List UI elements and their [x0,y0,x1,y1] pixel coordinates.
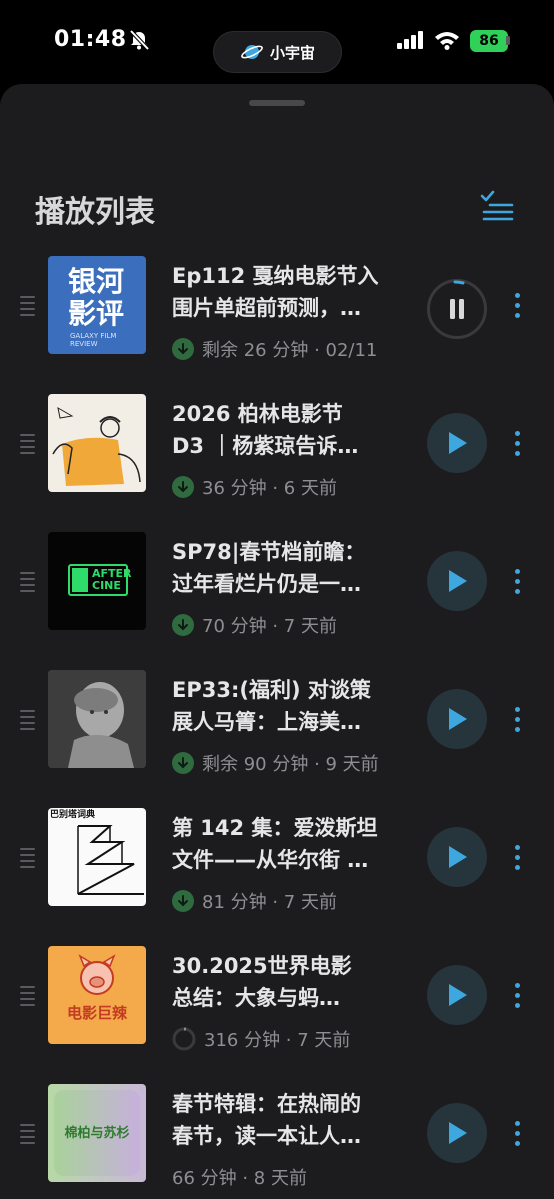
play-icon [449,708,467,730]
downloaded-icon [172,338,194,360]
more-options-icon[interactable] [512,569,522,599]
drag-handle-icon[interactable] [20,434,35,458]
illustration-image [52,407,141,486]
pig-mascot-icon [78,954,116,995]
cover-text: 电影巨辣 [66,1004,127,1022]
play-icon [449,570,467,592]
episode-title[interactable]: SP78|春节档前瞻： 过年看烂片仍是一… [172,536,410,602]
drag-handle-icon[interactable] [20,1124,35,1148]
cover-text: 巴别塔词典 [50,810,96,820]
play-icon [449,1122,467,1144]
play-button[interactable] [427,1103,487,1163]
episode-title[interactable]: 2026 柏林电影节 D3 ｜杨紫琼告诉… [172,398,410,464]
more-options-icon[interactable] [512,293,522,323]
play-icon [449,984,467,1006]
episode-title[interactable]: 第 142 集：爱泼斯坦 文件——从华尔街 … [172,812,410,878]
episode-meta: 剩余 26 分钟 · 02/11 [172,336,377,362]
more-options-icon[interactable] [512,707,522,737]
playlist-item[interactable]: 棉柏与苏杉 春节特辑：在热闹的 春节，读一本让人… 66 分钟 · 8 天前 [0,1084,554,1199]
battery-tip [506,36,510,45]
drag-handle-icon[interactable] [20,710,35,734]
episode-cover [48,670,146,768]
statue-image [48,670,146,768]
episode-cover: 棉柏与苏杉 [48,1084,146,1182]
more-options-icon[interactable] [512,983,522,1013]
play-icon [449,846,467,868]
more-options-icon[interactable] [512,845,522,875]
battery-level: 86 [470,30,508,52]
pause-button[interactable] [427,279,487,339]
drag-handle-icon[interactable] [20,848,35,872]
downloaded-icon [172,752,194,774]
playlist-item[interactable]: 银河 影评 GALAXY FILM REVIEW Ep112 戛纳电影节入 围片单… [0,256,554,394]
sheet-title: 播放列表 [35,195,155,230]
play-button[interactable] [427,965,487,1025]
dynamic-island-app[interactable]: 小宇宙 [213,31,342,73]
downloaded-icon [172,476,194,498]
episode-cover: 银河 影评 GALAXY FILM REVIEW [48,256,146,354]
planet-icon [241,45,263,59]
status-bar: 01:48 小宇宙 86 [0,0,554,84]
drag-handle-icon[interactable] [20,572,35,596]
downloading-progress-icon [172,1027,196,1051]
cover-text: CINE [92,579,121,592]
cover-text: 银河 [68,265,125,298]
episode-cover: 巴别塔词典 [48,808,146,906]
cellular-signal-icon [397,31,423,49]
bell-muted-icon [129,29,150,51]
select-list-icon[interactable] [480,189,514,221]
episode-meta: 剩余 90 分钟 · 9 天前 [172,750,379,776]
episode-cover: AFTER CINE [48,532,146,630]
play-button[interactable] [427,689,487,749]
episode-cover [48,394,146,492]
cover-text: 棉柏与苏杉 [64,1126,130,1141]
more-options-icon[interactable] [512,1121,522,1151]
island-label: 小宇宙 [269,43,315,62]
playlist-item[interactable]: 2026 柏林电影节 D3 ｜杨紫琼告诉… 36 分钟 · 6 天前 [0,394,554,532]
playlist-item[interactable]: AFTER CINE SP78|春节档前瞻： 过年看烂片仍是一… 70 分钟 · … [0,532,554,670]
episode-title[interactable]: 春节特辑：在热闹的 春节，读一本让人… [172,1088,410,1154]
play-button[interactable] [427,413,487,473]
episode-title[interactable]: EP33:(福利) 对谈策 展人马箐：上海美… [172,674,410,740]
episode-cover: 电影巨辣 [48,946,146,1044]
wifi-icon [435,32,459,50]
play-button[interactable] [427,551,487,611]
downloaded-icon [172,614,194,636]
play-icon [449,432,467,454]
downloaded-icon [172,890,194,912]
drag-handle-icon[interactable] [20,296,35,320]
episode-meta: 36 分钟 · 6 天前 [172,474,337,500]
more-options-icon[interactable] [512,431,522,461]
playlist-item[interactable]: 电影巨辣 30.2025世界电影 总结：大象与蚂… 316 分钟 · 7 天前 [0,946,554,1084]
episode-meta: 66 分钟 · 8 天前 [172,1168,307,1189]
status-time: 01:48 [54,27,127,52]
episode-title[interactable]: Ep112 戛纳电影节入 围片单超前预测，… [172,260,410,326]
cover-subtext: GALAXY FILM REVIEW [70,332,117,348]
episode-meta: 70 分钟 · 7 天前 [172,612,337,638]
running-man-icon [72,568,88,592]
sheet-grabber[interactable] [249,100,305,106]
tower-illustration [77,825,144,895]
episode-meta: 81 分钟 · 7 天前 [172,888,337,914]
episode-title[interactable]: 30.2025世界电影 总结：大象与蚂… [172,950,410,1016]
cover-text: 影评 [68,297,125,330]
progress-ring-icon [453,280,465,285]
episode-meta: 316 分钟 · 7 天前 [172,1026,350,1052]
playlist-item[interactable]: EP33:(福利) 对谈策 展人马箐：上海美… 剩余 90 分钟 · 9 天前 [0,670,554,808]
playlist-item[interactable]: 巴别塔词典 第 142 集：爱泼斯坦 文件——从华尔街 … 81 分钟 · 7 天… [0,808,554,946]
drag-handle-icon[interactable] [20,986,35,1010]
play-button[interactable] [427,827,487,887]
